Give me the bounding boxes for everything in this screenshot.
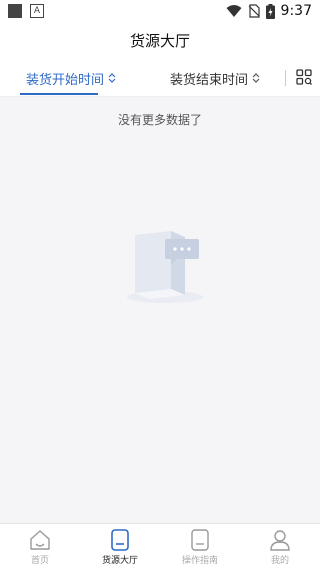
filter-label: 装货结束时间 — [170, 72, 249, 88]
battery-charging-icon — [265, 3, 275, 19]
divider — [285, 70, 286, 86]
status-left: A — [8, 4, 44, 18]
tab-profile[interactable]: 我的 — [240, 524, 320, 570]
sort-icon — [252, 73, 260, 83]
empty-message: 没有更多数据了 — [117, 113, 202, 127]
tab-label: 首页 — [30, 556, 49, 566]
page-title: 货源大厅 — [129, 32, 190, 50]
tab-label: 我的 — [270, 556, 289, 566]
status-time: 9:37 — [280, 3, 312, 19]
tab-label: 操作指南 — [181, 556, 218, 566]
notification-icon — [8, 4, 22, 18]
filter-load-start-time[interactable]: 装货开始时间 — [26, 60, 117, 96]
tab-cargo-hall[interactable]: 货源大厅 — [80, 524, 160, 570]
active-filter-indicator — [20, 93, 98, 95]
cargo-list-area[interactable]: 没有更多数据了 — [0, 97, 320, 523]
empty-state-illustration — [127, 231, 203, 303]
bottom-tab-bar: 首页 货源大厅 操作指南 我的 — [0, 523, 320, 570]
filter-load-end-time[interactable]: 装货结束时间 — [170, 60, 261, 96]
status-right: 9:37 — [226, 3, 312, 19]
grid-filter-icon[interactable] — [296, 69, 312, 85]
wifi-icon — [226, 5, 242, 17]
filter-bar: 装货开始时间 装货结束时间 — [0, 60, 320, 97]
filter-label: 装货开始时间 — [26, 72, 105, 88]
no-sim-icon — [248, 4, 260, 18]
tab-guide[interactable]: 操作指南 — [160, 524, 240, 570]
sort-icon — [108, 73, 116, 83]
app-notification-icon: A — [30, 4, 44, 18]
user-icon — [270, 530, 290, 551]
guide-icon — [191, 529, 209, 551]
title-bar: 货源大厅 — [0, 24, 320, 60]
cargo-hall-icon — [111, 529, 129, 551]
status-bar: A 9:37 — [0, 0, 320, 24]
tab-label: 货源大厅 — [101, 556, 138, 566]
home-icon — [30, 530, 50, 550]
tab-home[interactable]: 首页 — [0, 524, 80, 570]
